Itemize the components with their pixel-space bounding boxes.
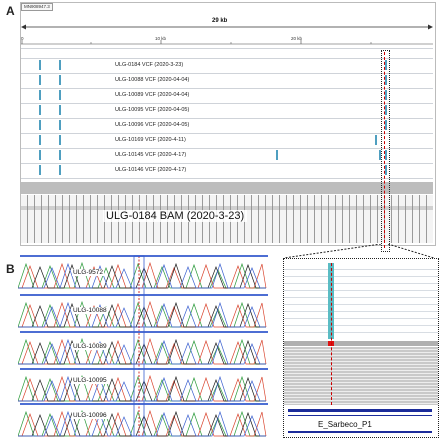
variant-markers [39, 60, 387, 175]
zoom-gene-bar-thin [288, 415, 432, 416]
genome-ruler [21, 40, 433, 45]
bam-coverage-track [21, 182, 433, 194]
span-bar [21, 24, 433, 30]
bam-track-label: ULG-0184 BAM (2020-3-23) [103, 210, 248, 222]
zoom-reads [284, 347, 438, 405]
highlight-red-line [384, 52, 385, 248]
tick-label-10kb: 10 kb [155, 36, 167, 41]
sample-label-ulg-10089: ULG-10089 [72, 343, 108, 350]
zoom-vcf-rows [284, 263, 438, 339]
reference-id: MN908947.3 [21, 3, 53, 11]
sample-label-ulg-10088: ULG-10088 [72, 307, 108, 314]
tick-label-20kb: 20 kb [291, 36, 303, 41]
chromatogram-stack [18, 254, 270, 438]
tick-label-0: 0 [21, 36, 24, 41]
zoom-coverage [284, 341, 438, 346]
sample-label-ulg-10095: ULG-10095 [72, 377, 108, 384]
zoom-gene-bar [288, 409, 432, 412]
zoom-panel: E_Sarbeco_P1 [283, 258, 439, 438]
panel-a-letter: A [6, 4, 15, 18]
zoom-gene-label: E_Sarbeco_P1 [318, 420, 372, 429]
sample-label-ulg-9572: ULG-9572 [72, 269, 104, 276]
panel-b-letter: B [6, 262, 15, 276]
zoom-red-line [331, 263, 332, 405]
highlight-region-box [381, 50, 390, 252]
sample-label-ulg-10096: ULG-10096 [72, 412, 108, 419]
zoom-gene-underline [288, 431, 432, 433]
